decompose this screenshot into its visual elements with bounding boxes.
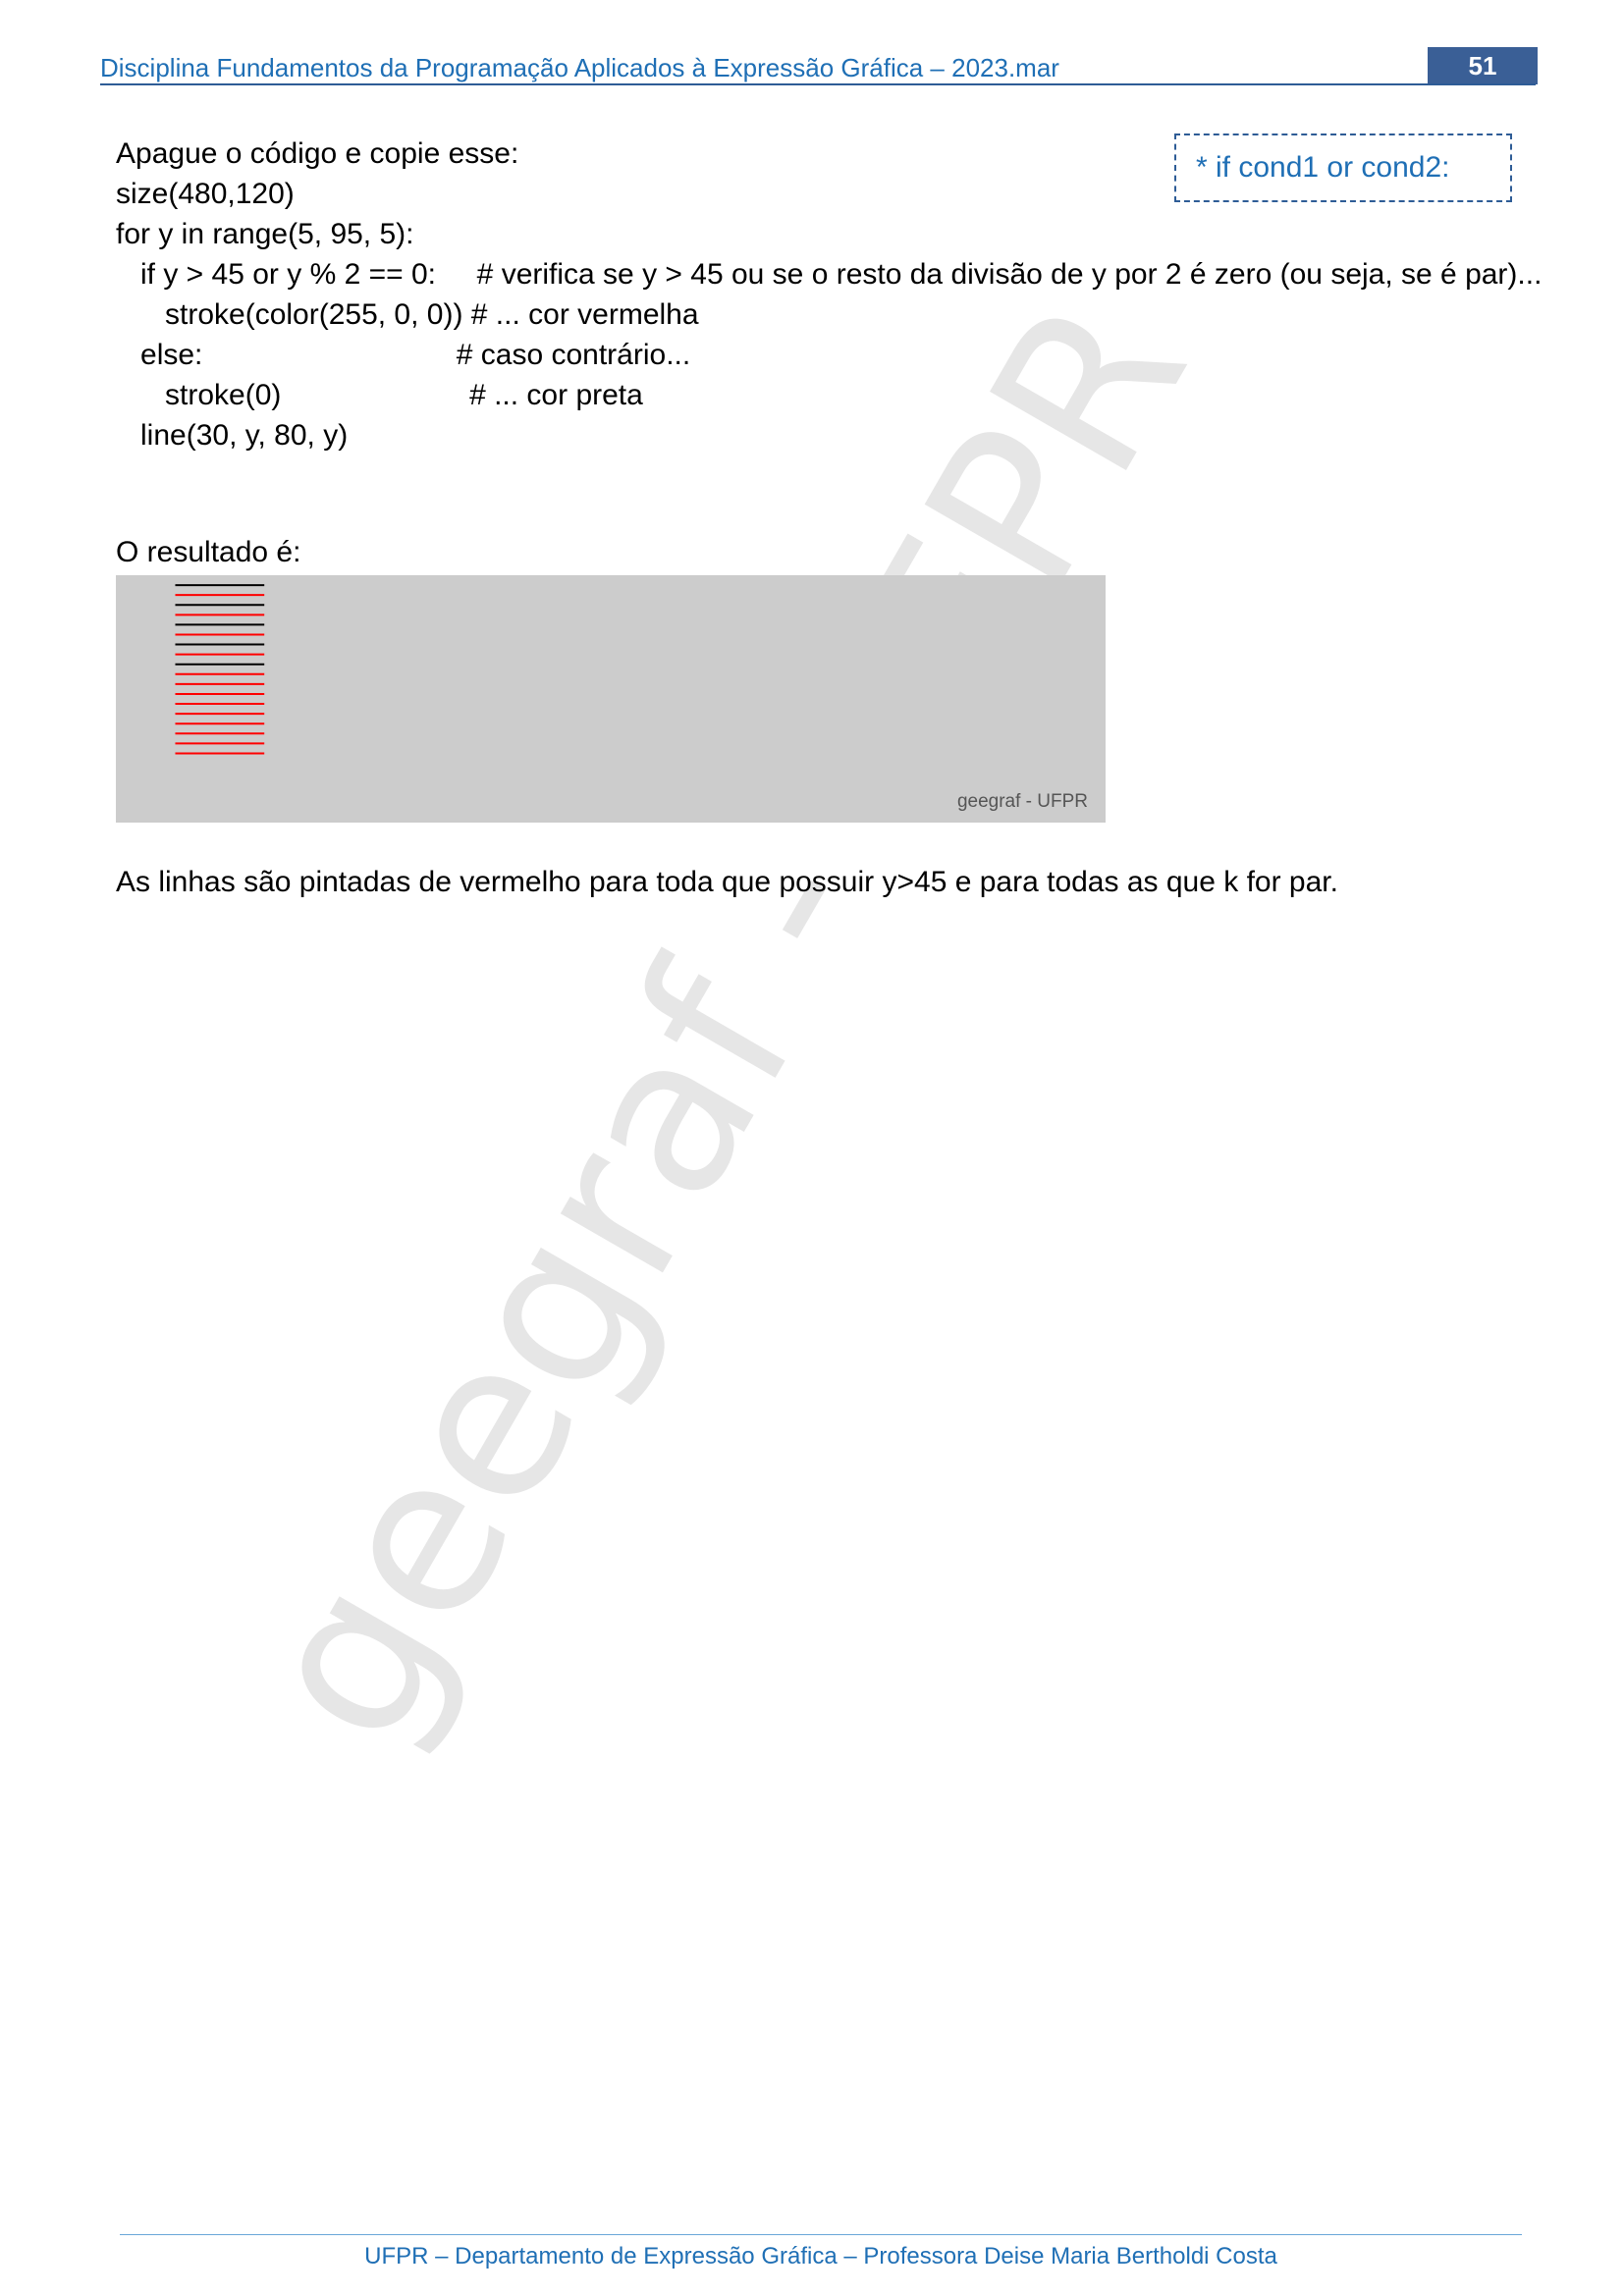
result-lines	[175, 584, 265, 755]
header-title: Disciplina Fundamentos da Programação Ap…	[100, 53, 1059, 82]
result-label: O resultado é:	[116, 536, 301, 568]
code-block: Apague o código e copie esse: size(480,1…	[116, 133, 1542, 455]
code-line: line(30, y, 80, y)	[116, 419, 349, 452]
canvas-credit: geegraf - UFPR	[956, 791, 1088, 812]
code-line: size(480,120)	[116, 178, 295, 210]
page-header: Disciplina Fundamentos da Programação Ap…	[100, 47, 1538, 85]
footer-divider	[120, 2234, 1522, 2235]
code-line: else: # caso contrário...	[116, 339, 691, 371]
header-divider	[100, 83, 1536, 85]
page-number: 51	[1428, 47, 1538, 84]
code-line: if y > 45 or y % 2 == 0: # verifica se y…	[116, 258, 1543, 291]
code-line: stroke(color(255, 0, 0)) # ... cor verme…	[116, 298, 699, 331]
code-line: stroke(0) # ... cor preta	[116, 379, 643, 411]
watermark-text: geegraf - UFPR	[209, 258, 1234, 1783]
code-line: for y in range(5, 95, 5):	[116, 218, 414, 250]
page-footer: UFPR – Departamento de Expressão Gráfica…	[120, 2234, 1522, 2270]
footer-text: UFPR – Departamento de Expressão Gráfica…	[364, 2243, 1277, 2269]
result-canvas: geegraf - UFPR	[116, 575, 1106, 823]
explanation-text: As linhas são pintadas de vermelho para …	[116, 866, 1338, 898]
code-intro: Apague o código e copie esse:	[116, 137, 519, 170]
